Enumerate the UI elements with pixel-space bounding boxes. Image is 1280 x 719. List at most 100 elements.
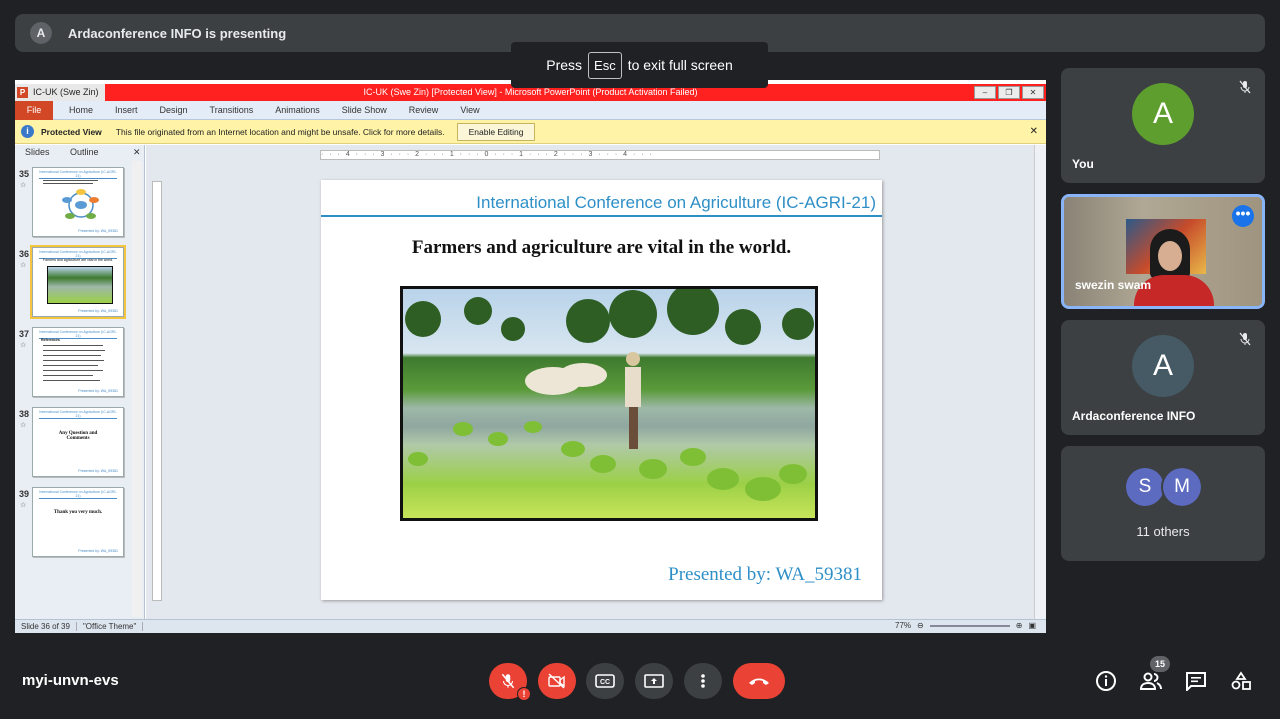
more-options-button[interactable] (684, 663, 722, 699)
participant-name: You (1072, 157, 1094, 171)
tab-home[interactable]: Home (69, 105, 93, 115)
farmers-photo (400, 286, 818, 521)
hang-up-icon (749, 678, 769, 685)
chat-button[interactable] (1184, 670, 1208, 692)
toast-press: Press (546, 57, 583, 73)
thumb-number: 38 (19, 409, 30, 419)
presenting-text: Ardaconference INFO is presenting (68, 25, 287, 41)
presenter-avatar: A (28, 20, 54, 46)
thumb-number: 39 (19, 489, 30, 499)
horizontal-ruler: · · · 4 · · · 3 · · · 2 · · · 1 · · · 0 … (320, 150, 880, 160)
slides-panel: Slides Outline ✕ 35 ☆ International Conf… (15, 145, 145, 619)
minimize-button[interactable]: – (974, 86, 996, 99)
activities-button[interactable] (1229, 670, 1253, 692)
participant-tile-ardaconference[interactable]: A Ardaconference INFO (1061, 320, 1265, 435)
fullscreen-toast: Press Esc to exit full screen (511, 42, 768, 88)
avatar: M (1161, 466, 1203, 508)
zoom-out-icon[interactable]: ⊖ (917, 621, 924, 630)
warning-icon: ! (517, 687, 531, 701)
star-icon: ☆ (20, 182, 27, 189)
avatar: A (1132, 335, 1194, 397)
close-pane-icon[interactable]: ✕ (133, 147, 141, 158)
participant-tile-swezin[interactable]: ••• swezin swam (1061, 194, 1265, 309)
chat-icon (1186, 672, 1206, 691)
camera-toggle-button[interactable] (538, 663, 576, 699)
current-slide[interactable]: International Conference on Agriculture … (321, 180, 882, 600)
canvas-scrollbar[interactable] (1034, 145, 1046, 619)
present-screen-icon (644, 674, 664, 688)
mic-off-icon (1239, 332, 1251, 346)
participant-name: swezin swam (1075, 278, 1152, 292)
thumb-number: 36 (19, 249, 30, 259)
tab-outline[interactable]: Outline (70, 147, 99, 157)
info-icon (1096, 671, 1116, 691)
tab-file[interactable]: File (15, 100, 53, 120)
others-count: 11 others (1136, 524, 1190, 539)
tab-design[interactable]: Design (160, 105, 188, 115)
avatar: S (1126, 468, 1164, 506)
conference-title: International Conference on Agriculture … (476, 193, 876, 212)
thumbnail-photo (47, 266, 113, 304)
star-icon: ☆ (20, 262, 27, 269)
mic-off-icon (501, 673, 515, 689)
slide-thumbnail-37[interactable]: International Conference on Agriculture … (32, 327, 124, 397)
tab-animations[interactable]: Animations (275, 105, 320, 115)
tab-slides[interactable]: Slides (25, 147, 50, 157)
slide-thumbnail-39[interactable]: International Conference on Agriculture … (32, 487, 124, 557)
slide-thumbnail-38[interactable]: International Conference on Agriculture … (32, 407, 124, 477)
people-button[interactable] (1139, 670, 1163, 692)
slides-scrollbar[interactable] (132, 161, 142, 617)
slide-thumbnail-35[interactable]: International Conference on Agriculture … (32, 167, 124, 237)
presenter-text: Presented by: WA_59381 (668, 564, 862, 585)
shapes-icon (1231, 671, 1251, 690)
tab-insert[interactable]: Insert (115, 105, 138, 115)
tab-view[interactable]: View (460, 105, 479, 115)
mic-off-icon (1239, 80, 1251, 94)
slide-counter: Slide 36 of 39 (15, 622, 77, 631)
zoom-level: 77% (895, 621, 912, 630)
mic-toggle-button[interactable]: ! (489, 663, 531, 701)
zoom-slider[interactable] (929, 624, 1010, 627)
ribbon-tabs: File Home Insert Design Transitions Anim… (15, 100, 1046, 120)
vertical-ruler (152, 181, 162, 601)
captions-button[interactable]: CC (586, 663, 624, 699)
shared-screen: PIC-UK (Swe Zin) [I IC-UK (Swe Zin) [Pro… (15, 80, 1046, 633)
more-vert-icon[interactable]: ••• (1232, 205, 1254, 227)
ppt-status-bar: Slide 36 of 39 "Office Theme" 77% ⊖ ⊕ ▣ (15, 619, 1046, 633)
thumb-number: 37 (19, 329, 30, 339)
zoom-in-icon[interactable]: ⊕ (1016, 621, 1023, 630)
participant-name: Ardaconference INFO (1072, 409, 1196, 423)
leave-call-button[interactable] (733, 663, 785, 699)
protected-label: Protected View (41, 126, 102, 137)
theme-name: "Office Theme" (77, 622, 144, 631)
tab-slide-show[interactable]: Slide Show (342, 105, 387, 115)
slide-thumbnail-36[interactable]: International Conference on Agriculture … (30, 245, 126, 319)
star-icon: ☆ (20, 342, 27, 349)
close-bar-icon[interactable]: ✕ (1030, 126, 1038, 137)
fit-window-icon[interactable]: ▣ (1028, 621, 1036, 630)
tab-transitions[interactable]: Transitions (210, 105, 254, 115)
slide-canvas: · · · 4 · · · 3 · · · 2 · · · 1 · · · 0 … (146, 145, 1046, 619)
star-icon: ☆ (20, 502, 27, 509)
avatar: A (1132, 83, 1194, 145)
slide-heading: Farmers and agriculture are vital in the… (411, 237, 792, 258)
camera-off-icon (548, 673, 565, 689)
toast-rest: to exit full screen (627, 57, 733, 73)
svg-text:CC: CC (600, 679, 610, 686)
participant-tile-others[interactable]: S M 11 others (1061, 446, 1265, 561)
participant-tile-you[interactable]: A You (1061, 68, 1265, 183)
present-button[interactable] (635, 663, 673, 699)
protected-message[interactable]: This file originated from an Internet lo… (116, 127, 445, 137)
protected-view-bar: i Protected View This file originated fr… (15, 120, 1046, 144)
restore-button[interactable]: ❐ (998, 86, 1020, 99)
thumb-number: 35 (19, 169, 30, 179)
close-window-button[interactable]: ✕ (1022, 86, 1044, 99)
meeting-details-button[interactable] (1094, 670, 1118, 692)
more-vert-icon (701, 674, 705, 688)
title-rule (321, 215, 882, 217)
enable-editing-button[interactable]: Enable Editing (456, 122, 536, 141)
closed-captions-icon: CC (595, 674, 615, 688)
esc-key: Esc (588, 51, 622, 79)
info-icon: i (21, 125, 34, 138)
tab-review[interactable]: Review (409, 105, 439, 115)
